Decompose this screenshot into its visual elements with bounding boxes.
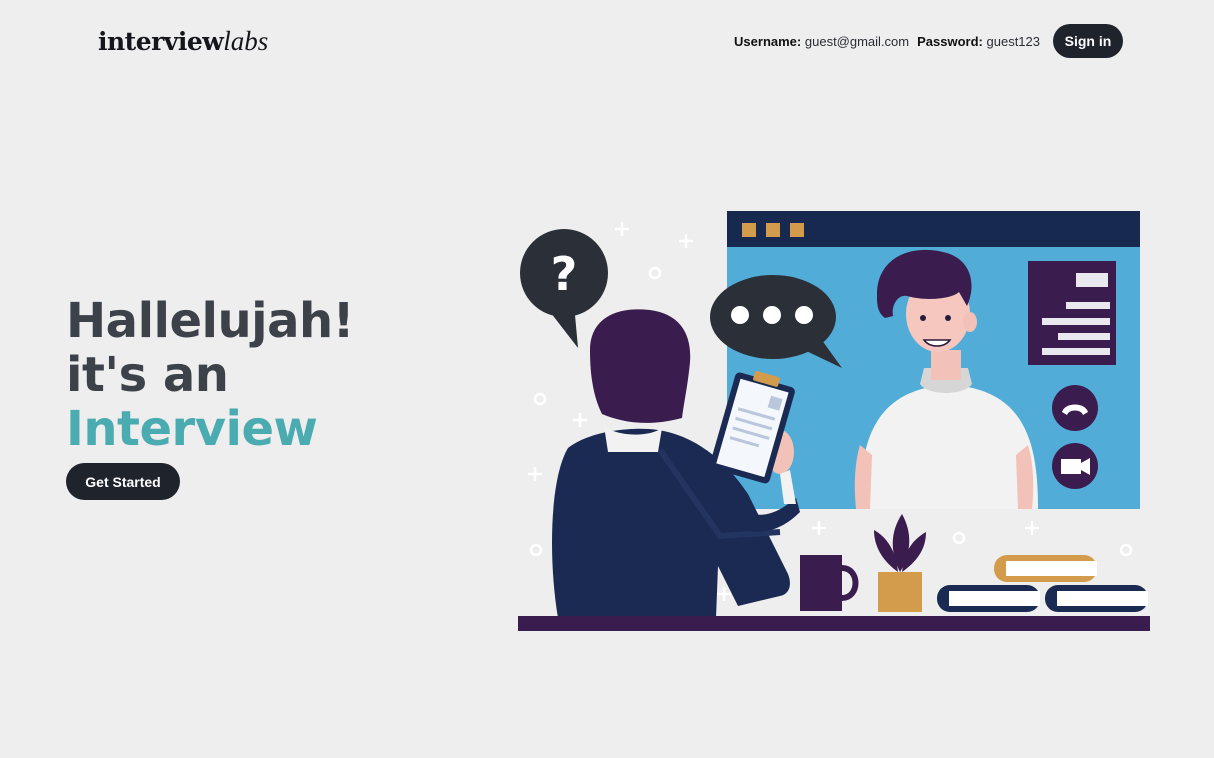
svg-text:?: ? [551, 247, 578, 301]
username-label: Username: [734, 34, 802, 49]
video-interview-illustration: ? [518, 211, 1150, 631]
logo-text-italic: labs [223, 26, 269, 56]
logo-text-bold: interview [98, 27, 224, 56]
logo[interactable]: interviewlabs [98, 26, 268, 57]
sign-in-button[interactable]: Sign in [1053, 24, 1123, 58]
plant-icon [874, 514, 926, 612]
hero-line-3: Interview [66, 401, 318, 457]
video-camera-icon [1052, 443, 1098, 489]
mug-icon [800, 555, 859, 611]
hero-heading: Hallelujah! it's an Interview [66, 293, 355, 457]
hero-line-1: Hallelujah! [66, 293, 355, 349]
password-label: Password: [917, 34, 983, 49]
username-value: guest@gmail.com [804, 34, 910, 49]
books-icon [937, 555, 1148, 612]
guest-credentials: Username: guest@gmail.com Password: guest… [734, 34, 1040, 49]
desk [518, 616, 1150, 631]
hero-line-2: it's an [66, 347, 229, 403]
phone-icon [1052, 385, 1098, 431]
password-value: guest123 [986, 34, 1041, 49]
get-started-button[interactable]: Get Started [66, 463, 180, 500]
